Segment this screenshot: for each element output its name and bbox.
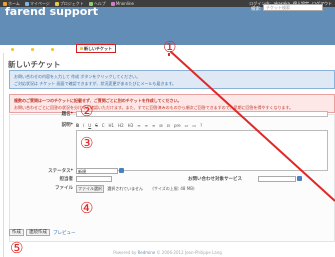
create-button[interactable]: 作成	[9, 229, 24, 236]
code-button[interactable]: C	[102, 123, 105, 128]
page-title: 新しいチケット	[8, 60, 61, 69]
overview-icon	[11, 47, 14, 51]
h3-button[interactable]: H3	[128, 123, 134, 128]
bq-button[interactable]: ≡	[152, 123, 155, 128]
h1-button[interactable]: H1	[109, 123, 115, 128]
strike-button[interactable]: S	[95, 123, 98, 128]
search-input[interactable]: チケット検索	[263, 4, 323, 11]
assignee-label: 担当者	[59, 177, 74, 182]
callout-2: ②	[80, 102, 94, 120]
file-label: ファイル	[55, 186, 73, 191]
callout-3: ③	[80, 134, 94, 152]
activity-icon	[31, 47, 34, 51]
italic-button[interactable]: I	[83, 123, 84, 128]
issues-icon	[51, 47, 54, 51]
callout-4: ④	[80, 199, 94, 217]
underline-button[interactable]: U	[88, 123, 91, 128]
ul-button[interactable]: ≡	[137, 123, 140, 128]
status-dropdown-icon[interactable]	[119, 168, 124, 173]
tab-issues[interactable]: チケット	[48, 45, 74, 53]
main-menu-tabs: 概要 活動 チケット 新しいチケット	[8, 44, 118, 53]
file-status: 選択されていません	[107, 186, 144, 191]
h2-button[interactable]: H2	[118, 123, 124, 128]
subject-label: 題名*	[61, 112, 73, 117]
project-title[interactable]: farend support	[5, 5, 98, 18]
search-label: 検索:	[251, 7, 262, 12]
ol-button[interactable]: ≡	[145, 123, 148, 128]
tab-new-issue[interactable]: 新しいチケット	[76, 44, 116, 53]
redmine-link[interactable]: Redmine	[138, 250, 156, 255]
status-select[interactable]: 新規	[76, 168, 118, 174]
footer: Powered by Redmine © 2006-2012 Jean-Phil…	[113, 250, 222, 255]
callout-5: ⑤	[10, 239, 24, 257]
form-actions: 作成 連続作成 プレビュー	[9, 229, 76, 236]
bold-button[interactable]: B	[76, 123, 79, 128]
assignee-select[interactable]	[76, 176, 112, 182]
annotation-arrow	[170, 51, 335, 202]
tab-activity[interactable]: 活動	[28, 45, 46, 53]
link-icon	[110, 1, 115, 6]
description-label: 説明*	[61, 123, 73, 128]
status-label: ステータス*	[48, 169, 73, 174]
file-choose-button[interactable]: ファイル選択	[76, 185, 104, 193]
create-continue-button[interactable]: 連続作成	[26, 229, 50, 236]
preview-link[interactable]: プレビュー	[53, 230, 76, 236]
top-link-mnonline[interactable]: Mnonline	[110, 1, 134, 6]
unbq-button[interactable]: ⊞	[159, 123, 162, 128]
new-issue-icon	[80, 47, 83, 50]
annotation-arrow-line	[170, 51, 335, 202]
tab-overview[interactable]: 概要	[8, 45, 26, 53]
